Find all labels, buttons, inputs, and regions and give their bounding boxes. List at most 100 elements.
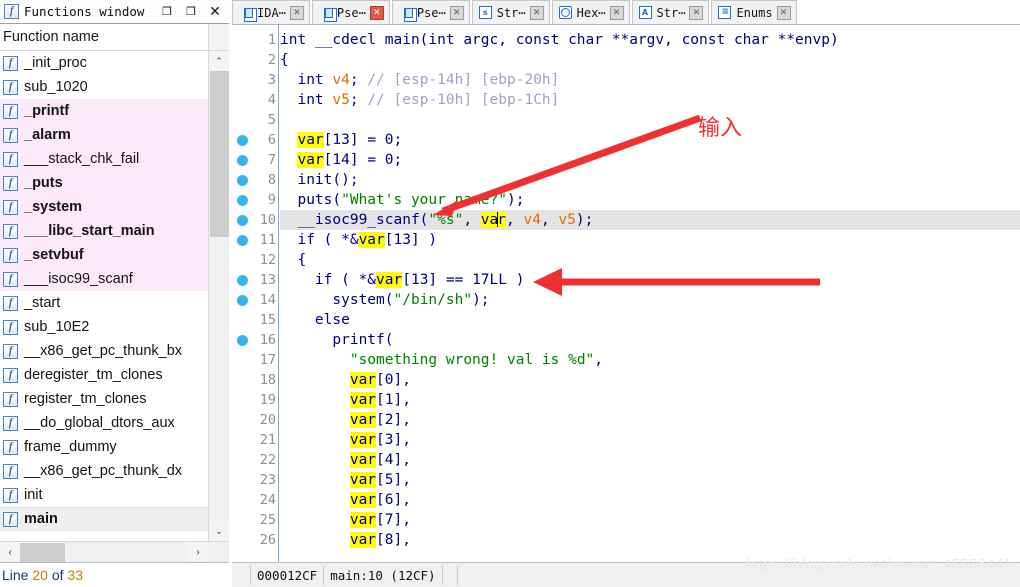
function-list-item[interactable]: _system (0, 195, 208, 219)
highlighted-variable[interactable]: var (349, 392, 377, 408)
tab-close-icon[interactable]: ✕ (776, 5, 791, 20)
code-line[interactable]: var[8], (280, 530, 1020, 550)
tab-str-5[interactable]: A Str⋯ ✕ (631, 0, 710, 24)
tab-pse-1[interactable]: Pse⋯ ✕ (311, 0, 390, 24)
function-list-item[interactable]: frame_dummy (0, 435, 208, 459)
code-line[interactable]: var[13] = 0; (280, 130, 1020, 150)
function-list-item[interactable]: sub_10E2 (0, 315, 208, 339)
function-list-item[interactable]: _start (0, 291, 208, 315)
highlighted-variable[interactable]: var (349, 472, 377, 488)
code-line[interactable]: var[3], (280, 430, 1020, 450)
code-text-area[interactable]: int __cdecl main(int argc, const char **… (280, 25, 1020, 562)
code-line[interactable]: { (280, 250, 1020, 270)
breakpoint-dot[interactable] (237, 295, 248, 306)
function-list-item[interactable]: main (0, 507, 208, 531)
tab-str-3[interactable]: s Str⋯ ✕ (471, 0, 550, 24)
highlighted-variable[interactable]: var (349, 532, 377, 548)
code-line[interactable]: else (280, 310, 1020, 330)
function-list-item[interactable]: _init_proc (0, 51, 208, 75)
highlighted-variable[interactable]: var (376, 272, 403, 288)
code-local-var[interactable]: v5 (558, 212, 575, 228)
code-line[interactable] (280, 110, 1020, 130)
code-line[interactable]: __isoc99_scanf("%s", var, v4, v5); (280, 210, 1020, 230)
function-list-item[interactable]: __do_global_dtors_aux (0, 411, 208, 435)
code-line[interactable]: var[5], (280, 470, 1020, 490)
breakpoint-column[interactable] (234, 25, 252, 562)
code-line[interactable]: if ( *&var[13] == 17LL ) (280, 270, 1020, 290)
tab-close-icon[interactable]: ✕ (449, 5, 464, 20)
function-list-vertical-scrollbar[interactable]: ⌃ ⌄ (208, 51, 229, 541)
code-line[interactable]: int __cdecl main(int argc, const char **… (280, 30, 1020, 50)
code-line[interactable]: system("/bin/sh"); (280, 290, 1020, 310)
function-list-item[interactable]: __x86_get_pc_thunk_bx (0, 339, 208, 363)
function-list-item[interactable]: _setvbuf (0, 243, 208, 267)
tab-close-icon[interactable]: ✕ (529, 5, 544, 20)
code-line[interactable]: { (280, 50, 1020, 70)
function-list-item[interactable]: init (0, 483, 208, 507)
function-list-item[interactable]: sub_1020 (0, 75, 208, 99)
tab-ida-0[interactable]: IDA⋯ ✕ (232, 0, 310, 24)
code-line[interactable]: puts("What's your name?"); (280, 190, 1020, 210)
code-local-var[interactable]: v5 (332, 92, 349, 108)
close-icon[interactable]: ✕ (203, 1, 227, 23)
tab-close-icon[interactable]: ✕ (689, 5, 704, 20)
breakpoint-dot[interactable] (237, 155, 248, 166)
code-line[interactable]: printf( (280, 330, 1020, 350)
code-local-var[interactable]: v4 (523, 212, 540, 228)
highlighted-variable[interactable]: var (480, 212, 506, 228)
code-line[interactable]: var[0], (280, 370, 1020, 390)
highlighted-variable[interactable]: var (349, 452, 377, 468)
highlighted-variable[interactable]: var (349, 372, 377, 388)
tab-pse-2[interactable]: Pse⋯ ✕ (391, 0, 470, 24)
code-line[interactable]: var[2], (280, 410, 1020, 430)
breakpoint-dot[interactable] (237, 275, 248, 286)
pseudocode-view[interactable]: 1 2 3 4 5 6 7 8 9 10 11 12 13 14 15 16 17 18 19 20 21 22 23 24 2… (232, 25, 1020, 562)
function-list-item[interactable]: ___stack_chk_fail (0, 147, 208, 171)
highlighted-variable[interactable]: var (349, 412, 377, 428)
function-list-item[interactable]: _puts (0, 171, 208, 195)
code-line[interactable]: if ( *&var[13] ) (280, 230, 1020, 250)
code-line[interactable]: int v5; // [esp-10h] [ebp-1Ch] (280, 90, 1020, 110)
tab-enums-6[interactable]: ≡ Enums ✕ (711, 0, 797, 24)
function-list-item[interactable]: deregister_tm_clones (0, 363, 208, 387)
tab-close-icon[interactable]: ✕ (289, 5, 304, 20)
breakpoint-dot[interactable] (237, 175, 248, 186)
code-line[interactable]: var[1], (280, 390, 1020, 410)
tab-close-icon[interactable]: ✕ (369, 5, 384, 20)
function-list-item[interactable]: __x86_get_pc_thunk_dx (0, 459, 208, 483)
highlighted-variable[interactable]: var (358, 232, 385, 248)
highlighted-variable[interactable]: var (297, 152, 324, 168)
highlighted-variable[interactable]: var (349, 512, 377, 528)
code-line[interactable]: init(); (280, 170, 1020, 190)
breakpoint-dot[interactable] (237, 235, 248, 246)
minimize-icon[interactable]: ❐ (155, 1, 179, 23)
function-list-horizontal-scrollbar[interactable]: ‹ › (0, 541, 229, 562)
code-line[interactable]: var[6], (280, 490, 1020, 510)
breakpoint-dot[interactable] (237, 335, 248, 346)
scroll-right-icon[interactable]: › (188, 542, 208, 562)
scroll-up-icon[interactable]: ⌃ (209, 51, 229, 71)
highlighted-variable[interactable]: var (349, 492, 377, 508)
code-local-var[interactable]: v4 (332, 72, 349, 88)
function-list-item[interactable]: _printf (0, 99, 208, 123)
horizontal-scroll-thumb[interactable] (20, 543, 65, 562)
code-line[interactable]: int v4; // [esp-14h] [ebp-20h] (280, 70, 1020, 90)
code-line[interactable]: "something wrong! val is %d", (280, 350, 1020, 370)
restore-icon[interactable]: ❐ (179, 1, 203, 23)
function-list-item[interactable]: ___isoc99_scanf (0, 267, 208, 291)
code-line[interactable]: var[7], (280, 510, 1020, 530)
tab-hex-4[interactable]: Hex⋯ ✕ (551, 0, 630, 24)
function-name-column-header[interactable]: Function name (0, 24, 229, 51)
vertical-scroll-thumb[interactable] (210, 71, 229, 237)
highlighted-variable[interactable]: var (297, 132, 324, 148)
highlighted-variable[interactable]: var (349, 432, 377, 448)
tab-close-icon[interactable]: ✕ (609, 5, 624, 20)
function-list[interactable]: _init_proc sub_1020 _printf _alarm ___stack_… (0, 51, 208, 541)
code-line[interactable]: var[14] = 0; (280, 150, 1020, 170)
scroll-down-icon[interactable]: ⌄ (209, 521, 229, 541)
function-list-item[interactable]: register_tm_clones (0, 387, 208, 411)
function-list-item[interactable]: ___libc_start_main (0, 219, 208, 243)
breakpoint-dot[interactable] (237, 135, 248, 146)
scroll-left-icon[interactable]: ‹ (0, 542, 20, 562)
function-list-item[interactable]: _alarm (0, 123, 208, 147)
